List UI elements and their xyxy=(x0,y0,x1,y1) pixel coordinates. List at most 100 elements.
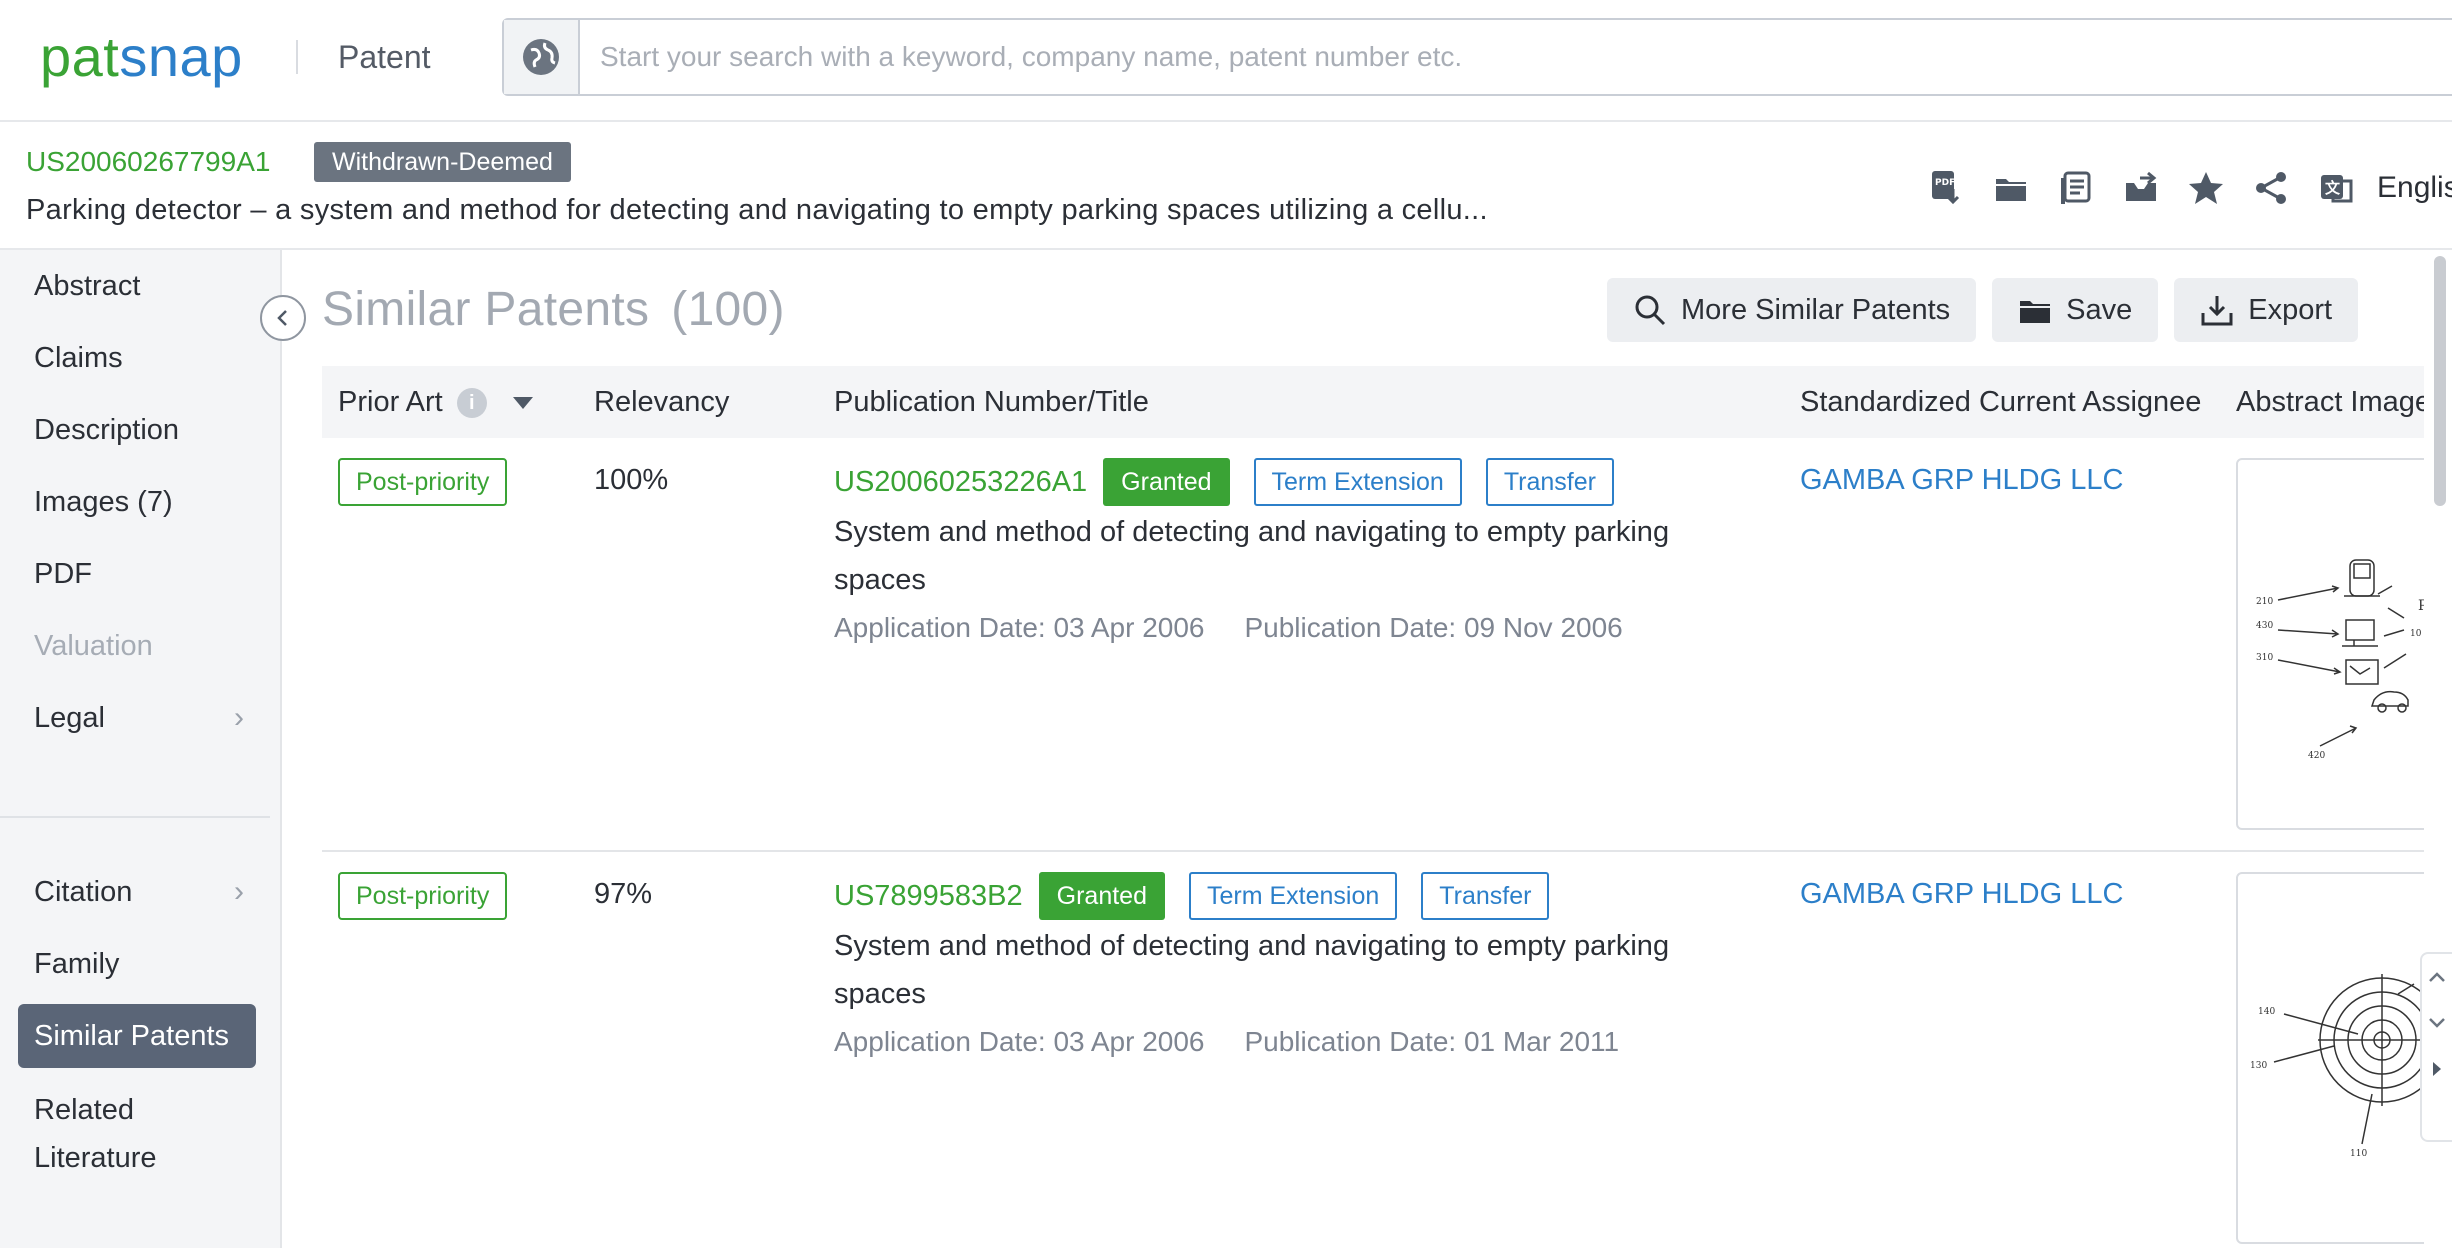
scrollbar-thumb[interactable] xyxy=(2434,256,2446,506)
logo-snap: snap xyxy=(119,25,242,88)
column-abstract-image: Abstract Image xyxy=(2236,366,2424,438)
abstract-image[interactable]: 210430310420 P10 xyxy=(2236,458,2424,830)
sidebar-item-images[interactable]: Images (7) xyxy=(18,470,256,534)
collapse-sidebar-button[interactable] xyxy=(260,295,306,341)
column-relevancy[interactable]: Relevancy xyxy=(594,366,729,438)
table-header: Prior Art i Relevancy Publication Number/… xyxy=(322,366,2424,438)
assignee-link[interactable]: GAMBA GRP HLDG LLC xyxy=(1800,872,2123,916)
translate-icon[interactable]: 文 xyxy=(2308,160,2364,216)
publication-date: Publication Date: 01 Mar 2011 xyxy=(1244,1026,1619,1057)
chevron-right-icon: › xyxy=(234,686,244,750)
svg-text:140: 140 xyxy=(2258,1007,2275,1017)
svg-text:110: 110 xyxy=(2350,1149,2367,1159)
patent-number[interactable]: US20060267799A1 xyxy=(26,144,270,180)
sidebar-item-label: Related Literature xyxy=(34,1094,157,1174)
table-row: Post-priority 97% US7899583B2 Granted Te… xyxy=(322,852,2424,1248)
product-name[interactable]: Patent xyxy=(338,36,431,78)
compare-icon[interactable] xyxy=(2048,160,2104,216)
column-publication: Publication Number/Title xyxy=(834,366,1149,438)
sidebar-item-label: Legal xyxy=(34,702,105,734)
globe-icon[interactable] xyxy=(504,20,580,94)
patent-title: Parking detector – a system and method f… xyxy=(26,190,1488,230)
scroll-up-icon[interactable] xyxy=(2422,954,2452,1000)
publication-number-link[interactable]: US20060253226A1 xyxy=(834,466,1087,499)
sidebar-item-valuation: Valuation xyxy=(18,614,256,678)
sidebar-item-pdf[interactable]: PDF xyxy=(18,542,256,606)
publication-title[interactable]: System and method of detecting and navig… xyxy=(834,508,1734,604)
inbox-icon[interactable] xyxy=(2113,160,2169,216)
prior-art-tag: Post-priority xyxy=(338,872,507,920)
sidebar-item-legal[interactable]: Legal › xyxy=(18,686,256,750)
pdf-download-icon[interactable]: PDF xyxy=(1918,160,1974,216)
application-date: Application Date: 03 Apr 2006 xyxy=(834,612,1204,643)
column-assignee: Standardized Current Assignee xyxy=(1800,366,2201,438)
folder-icon[interactable] xyxy=(1983,160,2039,216)
svg-text:310: 310 xyxy=(2256,653,2273,663)
publication-title[interactable]: System and method of detecting and navig… xyxy=(834,922,1734,1018)
sidebar-item-claims[interactable]: Claims xyxy=(18,326,256,390)
publication-cell: US7899583B2 Granted Term Extension Trans… xyxy=(834,872,1754,1066)
sidebar-item-citation[interactable]: Citation › xyxy=(18,860,256,924)
logo-divider xyxy=(296,40,298,74)
search-input[interactable] xyxy=(600,20,2200,94)
sidebar-item-similar-patents[interactable]: Similar Patents xyxy=(18,1004,256,1068)
granted-badge: Granted xyxy=(1039,872,1165,920)
svg-text:210: 210 xyxy=(2256,597,2273,607)
sidebar-item-family[interactable]: Family xyxy=(18,932,256,996)
svg-text:130: 130 xyxy=(2250,1061,2267,1071)
sidebar-item-label: Images (7) xyxy=(34,486,173,518)
table-row: Post-priority 100% US20060253226A1 Grant… xyxy=(322,438,2424,852)
caret-down-icon[interactable] xyxy=(513,397,533,409)
term-extension-tag: Term Extension xyxy=(1189,872,1397,920)
sidebar-item-label: Claims xyxy=(34,342,123,374)
sidebar-item-label: PDF xyxy=(34,558,92,590)
export-button[interactable]: Export xyxy=(2174,278,2358,342)
scroll-down-icon[interactable] xyxy=(2422,1000,2452,1046)
publication-number-link[interactable]: US7899583B2 xyxy=(834,880,1023,913)
star-icon[interactable] xyxy=(2178,160,2234,216)
assignee-link[interactable]: GAMBA GRP HLDG LLC xyxy=(1800,458,2123,502)
more-similar-patents-button[interactable]: More Similar Patents xyxy=(1607,278,1976,342)
svg-text:PDF: PDF xyxy=(1935,178,1955,188)
patsnap-logo[interactable]: patsnap xyxy=(40,22,243,92)
transfer-tag: Transfer xyxy=(1421,872,1549,920)
sidebar-item-label: Similar Patents xyxy=(34,1020,229,1052)
term-extension-tag: Term Extension xyxy=(1254,458,1462,506)
sidebar-item-abstract[interactable]: Abstract xyxy=(18,254,256,318)
chevron-right-icon: › xyxy=(234,860,244,924)
sidebar-item-related-literature[interactable]: Related Literature xyxy=(18,1082,188,1182)
result-count: (100) xyxy=(671,283,785,336)
svg-text:420: 420 xyxy=(2308,751,2325,761)
patent-toolbar: PDF 文 English xyxy=(1918,160,2452,216)
sidebar-item-label: Description xyxy=(34,414,179,446)
column-prior-art-label: Prior Art xyxy=(338,386,443,418)
sidebar-item-label: Abstract xyxy=(34,270,140,302)
publication-dates: Application Date: 03 Apr 2006 Publication… xyxy=(834,1018,1754,1066)
prior-art-tag: Post-priority xyxy=(338,458,507,506)
sidebar-item-label: Family xyxy=(34,948,119,980)
relevancy-value: 100% xyxy=(594,458,668,502)
sidebar-item-description[interactable]: Description xyxy=(18,398,256,462)
chevron-left-icon xyxy=(272,307,294,329)
expand-panel-icon[interactable] xyxy=(2422,1046,2452,1092)
abstract-image[interactable]: 140 130 110 xyxy=(2236,872,2424,1244)
top-bar: patsnap Patent xyxy=(0,0,2452,122)
logo-pat: pat xyxy=(40,25,119,88)
info-icon[interactable]: i xyxy=(457,388,487,418)
search-icon xyxy=(1633,293,1667,327)
column-prior-art[interactable]: Prior Art i xyxy=(338,366,533,438)
svg-text:430: 430 xyxy=(2256,621,2273,631)
language-selector[interactable]: English xyxy=(2377,171,2452,205)
save-button[interactable]: Save xyxy=(1992,278,2158,342)
float-nav xyxy=(2420,952,2452,1142)
share-icon[interactable] xyxy=(2243,160,2299,216)
sidebar: Abstract Claims Description Images (7) P… xyxy=(0,250,282,1248)
application-date: Application Date: 03 Apr 2006 xyxy=(834,1026,1204,1057)
publication-date: Publication Date: 09 Nov 2006 xyxy=(1244,612,1622,643)
page-title: Similar Patents(100) xyxy=(322,280,785,340)
more-similar-label: More Similar Patents xyxy=(1681,294,1950,327)
sidebar-item-label: Citation xyxy=(34,876,132,908)
svg-text:P: P xyxy=(2418,598,2424,614)
publication-cell: US20060253226A1 Granted Term Extension T… xyxy=(834,458,1754,652)
action-bar: More Similar Patents Save Export xyxy=(1607,278,2374,342)
